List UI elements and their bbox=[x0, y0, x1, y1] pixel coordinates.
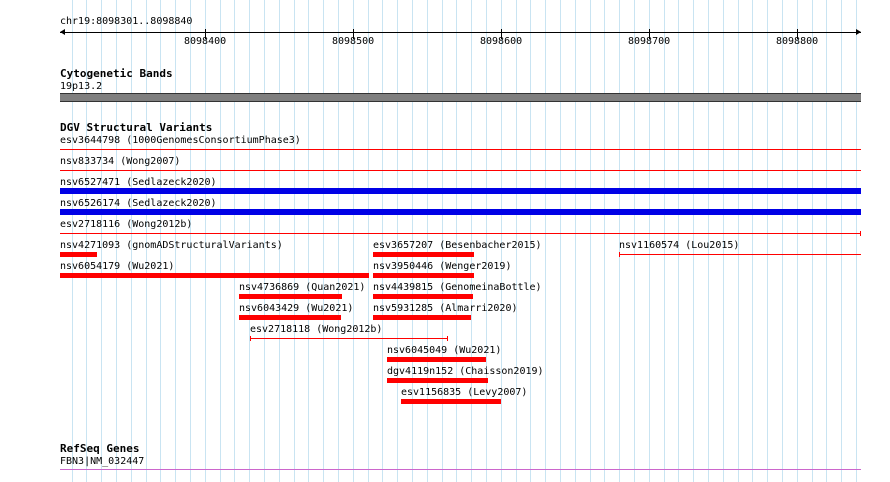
variant-label: nsv4439815 (GenomeinaBottle) bbox=[373, 282, 542, 293]
ruler-left-arrow-icon bbox=[60, 29, 65, 35]
variant-feature[interactable] bbox=[373, 273, 474, 278]
variant-label: nsv3950446 (Wenger2019) bbox=[373, 261, 512, 272]
dgv-track-title: DGV Structural Variants bbox=[60, 121, 213, 134]
variant-label: nsv6527471 (Sedlazeck2020) bbox=[60, 177, 217, 188]
variant-label: nsv6054179 (Wu2021) bbox=[60, 261, 175, 272]
gene-label: FBN3|NM_032447 bbox=[60, 456, 145, 467]
ruler-tick-label: 8098800 bbox=[776, 36, 819, 47]
genome-browser-view: chr19:8098301..8098840 8098400 8098500 8… bbox=[0, 0, 890, 482]
variant-feature[interactable] bbox=[401, 399, 501, 404]
refseq-track-title: RefSeq Genes bbox=[60, 442, 140, 455]
variant-label: nsv6043429 (Wu2021) bbox=[239, 303, 354, 314]
ruler-tick-label: 8098700 bbox=[628, 36, 671, 47]
variant-label: esv3644798 (1000GenomesConsortiumPhase3) bbox=[60, 135, 301, 146]
variant-feature[interactable] bbox=[60, 170, 861, 171]
variant-label: esv2718118 (Wong2012b) bbox=[250, 324, 383, 335]
variant-feature[interactable] bbox=[619, 254, 861, 255]
variant-feature[interactable] bbox=[60, 273, 369, 278]
variant-label: nsv4271093 (gnomADStructuralVariants) bbox=[60, 240, 283, 251]
variant-label: dgv4119n152 (Chaisson2019) bbox=[387, 366, 544, 377]
variant-feature[interactable] bbox=[60, 149, 861, 150]
variant-label: esv2718116 (Wong2012b) bbox=[60, 219, 193, 230]
variant-feature[interactable] bbox=[250, 338, 448, 339]
ruler-tick-label: 8098400 bbox=[184, 36, 227, 47]
variant-label: nsv1160574 (Lou2015) bbox=[619, 240, 740, 251]
variant-feature[interactable] bbox=[239, 294, 342, 299]
ruler-axis bbox=[60, 32, 861, 33]
ruler-right-arrow-icon bbox=[856, 29, 861, 35]
variant-label: nsv4736869 (Quan2021) bbox=[239, 282, 366, 293]
cytoband-bar[interactable] bbox=[60, 93, 861, 102]
variant-endcap bbox=[619, 252, 620, 257]
variant-feature[interactable] bbox=[60, 209, 861, 215]
cytoband-label: 19p13.2 bbox=[60, 81, 103, 92]
gene-feature[interactable] bbox=[60, 469, 861, 470]
variant-feature[interactable] bbox=[387, 378, 488, 383]
variant-feature[interactable] bbox=[373, 294, 473, 299]
variant-feature[interactable] bbox=[60, 188, 861, 194]
variant-label: esv3657207 (Besenbacher2015) bbox=[373, 240, 542, 251]
variant-feature[interactable] bbox=[373, 315, 471, 320]
variant-label: esv1156835 (Levy2007) bbox=[401, 387, 528, 398]
variant-label: nsv833734 (Wong2007) bbox=[60, 156, 181, 167]
variant-endcap bbox=[860, 231, 861, 236]
ruler-location: chr19:8098301..8098840 bbox=[60, 16, 193, 27]
variant-label: nsv5931285 (Almarri2020) bbox=[373, 303, 518, 314]
variant-label: nsv6526174 (Sedlazeck2020) bbox=[60, 198, 217, 209]
cytoband-track-title: Cytogenetic Bands bbox=[60, 67, 173, 80]
variant-feature[interactable] bbox=[387, 357, 486, 362]
variant-endcap bbox=[250, 336, 251, 341]
variant-feature[interactable] bbox=[239, 315, 341, 320]
variant-feature[interactable] bbox=[60, 233, 861, 234]
variant-feature[interactable] bbox=[373, 252, 474, 257]
ruler-tick-label: 8098500 bbox=[332, 36, 375, 47]
variant-feature[interactable] bbox=[60, 252, 97, 257]
ruler-tick-label: 8098600 bbox=[480, 36, 523, 47]
variant-label: nsv6045049 (Wu2021) bbox=[387, 345, 502, 356]
variant-endcap bbox=[447, 336, 448, 341]
